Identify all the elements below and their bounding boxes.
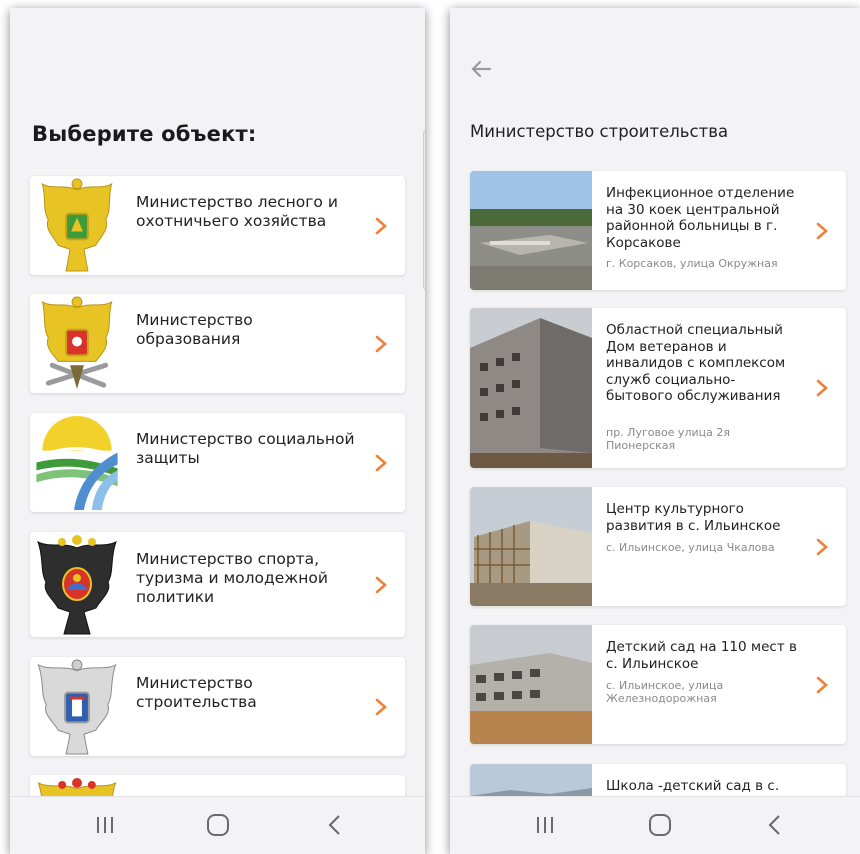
education-emblem-icon [34,294,120,393]
object-card[interactable]: Детский сад на 110 мест в с. Ильинское с… [470,625,846,744]
left-content: Выберите объект: Министерство лесного и … [10,8,425,796]
back-arrow-icon[interactable] [470,60,492,78]
object-photo [470,487,592,606]
construction-emblem-icon [34,657,120,756]
object-photo [470,171,592,290]
ministry-label: Министерство лесного и охотничьего хозяй… [136,193,338,230]
left-phone-screen: Выберите объект: Министерство лесного и … [10,8,425,854]
chevron-right-icon [816,222,828,240]
chevron-right-icon [816,379,828,397]
back-icon[interactable] [320,813,350,837]
home-icon[interactable] [203,813,233,837]
object-name: Центр культурного развития в с. Ильинско… [606,501,781,534]
ministry-card-partial[interactable] [30,775,405,796]
chevron-right-icon [375,217,387,235]
emblem-icon [34,775,120,796]
chevron-right-icon [375,576,387,594]
object-photo [470,308,592,468]
object-photo [470,764,592,796]
object-name: Областной специальный Дом ветеранов и ин… [606,322,786,404]
section-title: Министерство строительства [470,122,729,141]
object-photo [470,625,592,744]
scroll-indicator[interactable] [423,130,425,290]
object-name: Инфекционное отделение на 30 коек центра… [606,185,795,251]
home-icon[interactable] [645,813,675,837]
right-phone-screen: Министерство строительства Инфекционное … [450,8,860,854]
back-icon[interactable] [760,813,790,837]
page-title: Выберите объект: [32,122,257,146]
ministry-card-construction[interactable]: Министерство строительства [30,657,405,756]
object-address: пр. Луговое улица 2я Пионерская [606,426,730,452]
chevron-right-icon [375,698,387,716]
ministry-label: Министерство социальной защиты [136,430,355,467]
ministry-card-forestry[interactable]: Министерство лесного и охотничьего хозяй… [30,176,405,275]
chevron-right-icon [816,676,828,694]
ministry-label: Министерство спорта, туризма и молодежно… [136,550,328,606]
ministry-card-sport[interactable]: Министерство спорта, туризма и молодежно… [30,532,405,637]
chevron-right-icon [816,538,828,556]
object-card[interactable]: Школа -детский сад в с. [470,764,846,796]
ministry-label: Министерство образования [136,311,253,348]
social-protection-logo-icon [34,413,120,512]
object-address: г. Корсаков, улица Окружная [606,257,778,270]
system-nav-bar [10,796,425,854]
recents-icon[interactable] [90,813,120,837]
screenshot: Выберите объект: Министерство лесного и … [0,0,860,854]
object-card[interactable]: Центр культурного развития в с. Ильинско… [470,487,846,606]
object-address: с. Ильинское, улица Чкалова [606,541,775,554]
object-card[interactable]: Инфекционное отделение на 30 коек центра… [470,171,846,290]
forestry-emblem-icon [34,176,120,275]
right-content: Министерство строительства Инфекционное … [450,8,860,796]
chevron-right-icon [375,335,387,353]
object-name: Детский сад на 110 мест в с. Ильинское [606,639,797,672]
system-nav-bar [450,796,860,854]
object-card[interactable]: Областной специальный Дом ветеранов и ин… [470,308,846,468]
object-address: с. Ильинское, улица Железнодорожная [606,679,724,705]
ministry-label: Министерство строительства [136,674,257,711]
recents-icon[interactable] [530,813,560,837]
ministry-card-education[interactable]: Министерство образования [30,294,405,393]
sport-emblem-icon [34,532,120,637]
chevron-right-icon [375,454,387,472]
ministry-card-social[interactable]: Министерство социальной защиты [30,413,405,512]
object-name: Школа -детский сад в с. [606,778,780,794]
